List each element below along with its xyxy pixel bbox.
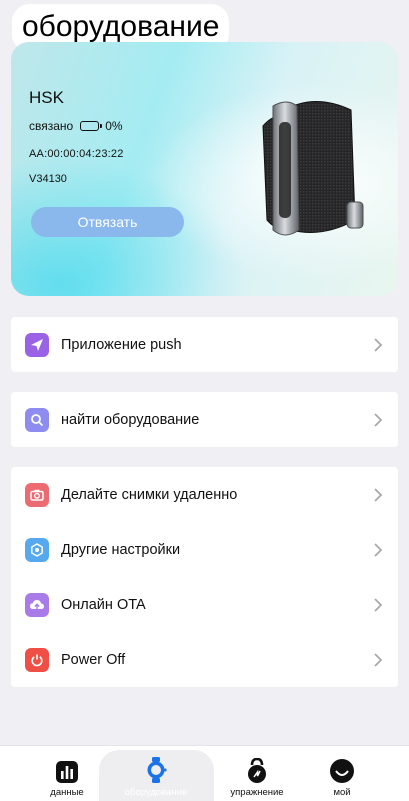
profile-smile-icon [330, 759, 354, 783]
tab-exercise[interactable]: упражнение [222, 746, 292, 801]
power-icon [25, 647, 49, 672]
watch-icon [147, 757, 167, 783]
menu-item-other-settings[interactable]: Другие настройки [11, 522, 398, 577]
bottom-tab-bar: данные оборудование упражнение мой [0, 745, 409, 801]
menu-item-push-notifications[interactable]: Приложение push [11, 317, 398, 372]
menu-item-online-ota[interactable]: Онлайн OTA [11, 577, 398, 632]
chevron-right-icon [374, 412, 383, 427]
unbind-button[interactable]: Отвязать [31, 207, 184, 237]
tab-label: упражнение [230, 787, 284, 798]
menu-item-find-device[interactable]: найти оборудование [11, 392, 398, 447]
menu-item-label: Делайте снимки удаленно [61, 486, 238, 503]
connection-status: связано 0% [29, 119, 123, 133]
send-icon [25, 332, 49, 357]
cloud-upload-icon [25, 592, 49, 617]
battery-percent: 0% [105, 119, 123, 133]
device-mac-address: AA:00:00:04:23:22 [29, 148, 124, 160]
tab-data[interactable]: данные [44, 746, 90, 801]
battery-icon [80, 121, 103, 131]
chevron-right-icon [374, 337, 383, 352]
page-title: оборудование [22, 10, 220, 43]
menu-item-label: Другие настройки [61, 541, 181, 558]
menu-group-push: Приложение push [11, 317, 398, 372]
tab-label: данные [50, 787, 84, 798]
chevron-right-icon [374, 597, 383, 612]
tab-label: оборудование [124, 787, 188, 798]
firmware-version: V34130 [29, 173, 67, 185]
menu-group-find: найти оборудование [11, 392, 398, 447]
kettlebell-icon [248, 758, 266, 783]
camera-icon [25, 482, 49, 507]
chevron-right-icon [374, 542, 383, 557]
search-icon [25, 407, 49, 432]
menu-item-remote-camera[interactable]: Делайте снимки удаленно [11, 467, 398, 522]
menu-item-power-off[interactable]: Power Off [11, 632, 398, 687]
chevron-right-icon [374, 487, 383, 502]
tab-equipment[interactable]: оборудование [104, 746, 208, 801]
fitness-band-image [262, 101, 364, 236]
connection-status-text: связано [29, 119, 74, 133]
tab-profile[interactable]: мой [320, 746, 364, 801]
device-card: HSK связано 0% AA:00:00:04:23:22 V34130 … [11, 42, 398, 296]
menu-item-label: Онлайн OTA [61, 596, 146, 613]
hexagon-settings-icon [25, 537, 49, 562]
chevron-right-icon [374, 652, 383, 667]
device-name: HSK [29, 88, 64, 107]
menu-item-label: Приложение push [61, 336, 182, 353]
tab-label: мой [333, 787, 351, 798]
menu-item-label: Power Off [61, 651, 126, 668]
menu-item-label: найти оборудование [61, 411, 200, 428]
bar-chart-icon [56, 761, 78, 783]
menu-group-settings: Делайте снимки удаленно Другие настройки… [11, 467, 398, 687]
